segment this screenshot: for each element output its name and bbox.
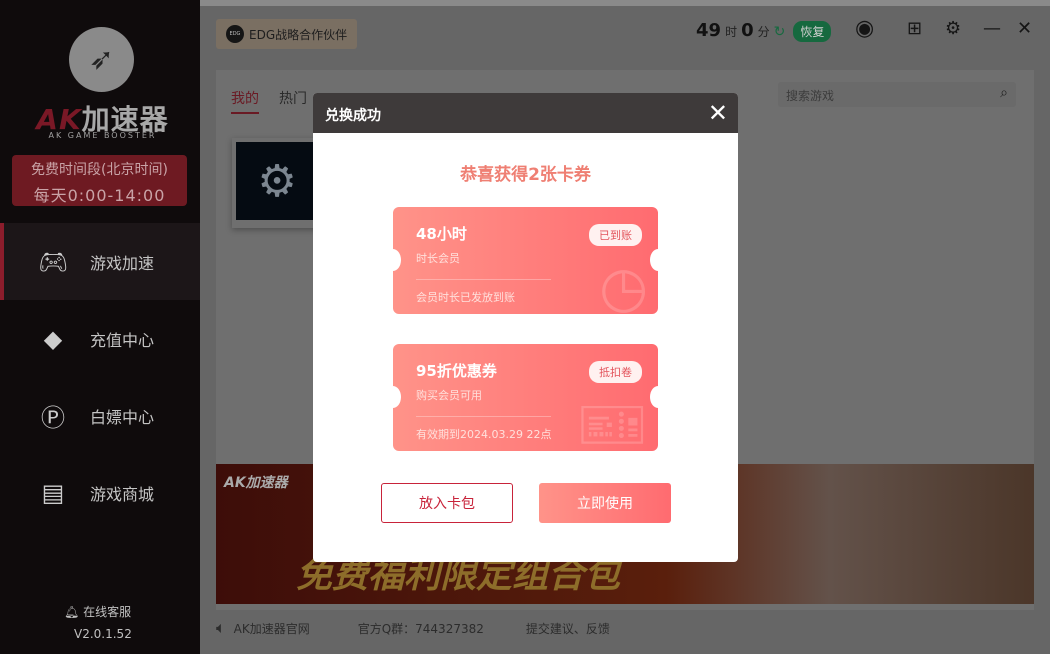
coupon-icon: 🎫︎ <box>576 393 648 451</box>
gear-icon[interactable]: ⚙ <box>945 18 961 39</box>
refresh-icon[interactable]: ↻ <box>774 24 786 40</box>
free-period-label: 免费时间段(北京时间) <box>31 162 168 178</box>
ticket-divider <box>416 279 551 280</box>
diamond-icon: ◆ <box>43 324 63 353</box>
bell-icon: 🔔︎ <box>64 605 84 619</box>
dialog-close-icon[interactable]: ✕ <box>708 99 728 127</box>
hours-value: 49 <box>696 20 722 41</box>
ticket-badge: 已到账 <box>589 224 642 246</box>
sidebar: ➶ AK加速器 AK GAME BOOSTER 免费时间段(北京时间) 每天0:… <box>0 0 200 654</box>
speaker-icon: 🔈︎ <box>216 618 226 637</box>
ticket-subtitle: 购买会员可用 <box>416 389 482 402</box>
game-card-steam[interactable]: ⚙ <box>232 138 322 228</box>
search-input[interactable]: 搜索游戏 ⌕ <box>778 82 1016 107</box>
partner-label: EDG战略合作伙伴 <box>249 27 348 42</box>
edg-logo-icon: EDG <box>226 25 244 43</box>
version-label: V2.0.1.52 <box>74 627 132 641</box>
banner-logo: AK加速器 <box>224 475 288 491</box>
free-period-box: 免费时间段(北京时间) 每天0:00-14:00 <box>12 155 187 206</box>
feedback-link[interactable]: 提交建议、反馈 <box>526 620 610 637</box>
congrats-text: 恭喜获得2张卡券 <box>460 165 591 185</box>
footer: 🔈︎ AK加速器官网 官方Q群：744327382 提交建议、反馈 <box>216 618 610 638</box>
store-icon: ▤ <box>41 478 65 507</box>
online-service-label: 在线客服 <box>83 605 132 619</box>
battery-icon[interactable]: ⊞ <box>907 18 922 39</box>
ticket-title: 48小时 <box>416 225 467 243</box>
ticket-subtitle: 时长会员 <box>416 252 460 265</box>
add-to-wallet-button[interactable]: 放入卡包 <box>381 483 513 523</box>
sidebar-item-store[interactable]: ▤ 游戏商城 <box>0 454 200 531</box>
ticket-note: 会员时长已发放到账 <box>416 291 515 304</box>
online-service-link[interactable]: 🔔︎ 在线客服 <box>64 603 131 620</box>
qq-group-link[interactable]: 官方Q群：744327382 <box>358 620 484 637</box>
app-logo-icon: ➶ <box>69 27 134 92</box>
hours-unit: 时 <box>725 25 738 39</box>
minutes-unit: 分 <box>757 25 770 39</box>
ticket-badge: 抵扣卷 <box>589 361 642 383</box>
free-period-time: 每天0:00-14:00 <box>33 186 166 205</box>
steam-icon: ⚙ <box>236 142 318 220</box>
partner-badge[interactable]: EDG EDG战略合作伙伴 <box>216 19 358 49</box>
clock-icon: ◷ <box>599 255 648 314</box>
redeem-success-dialog: 兑换成功 ✕ 恭喜获得2张卡券 48小时 时长会员 会员时长已发放到账 已到账 … <box>313 93 738 562</box>
game-tabs: 我的 热门 <box>231 88 307 114</box>
search-placeholder: 搜索游戏 <box>786 89 835 103</box>
sidebar-item-recharge[interactable]: ◆ 充值中心 <box>0 300 200 377</box>
remaining-time: 49 时 0分 ↻ 恢复 <box>696 20 832 42</box>
sidebar-item-label: 充值中心 <box>90 330 155 350</box>
ticket-divider <box>416 416 551 417</box>
tab-mine[interactable]: 我的 <box>231 88 259 114</box>
close-window-icon[interactable]: ✕ <box>1017 18 1032 39</box>
ticket-coupon: 95折优惠券 购买会员可用 有效期到2024.03.29 22点 抵扣卷 🎫︎ <box>393 344 658 451</box>
flag-icon: Ⓟ <box>41 404 65 432</box>
minimize-icon[interactable]: — <box>983 18 1001 39</box>
ticket-title: 95折优惠券 <box>416 362 497 380</box>
gamepad-icon: 🎮︎ <box>37 247 69 276</box>
minutes-value: 0 <box>741 20 754 41</box>
use-now-button[interactable]: 立即使用 <box>539 483 671 523</box>
search-icon[interactable]: ⌕ <box>1000 85 1008 101</box>
sidebar-item-label: 游戏商城 <box>90 484 155 504</box>
official-site-link[interactable]: AK加速器官网 <box>234 620 310 637</box>
dialog-title: 兑换成功 <box>313 93 738 133</box>
tab-hot[interactable]: 热门 <box>279 88 307 114</box>
brand-subtitle: AK GAME BOOSTER <box>48 131 157 140</box>
ticket-membership: 48小时 时长会员 会员时长已发放到账 已到账 ◷ <box>393 207 658 314</box>
sidebar-item-label: 游戏加速 <box>90 253 155 273</box>
sidebar-item-game-boost[interactable]: 🎮︎ 游戏加速 <box>0 223 200 300</box>
sidebar-item-label: 白嫖中心 <box>90 407 155 427</box>
user-avatar[interactable]: ◉ <box>855 16 874 41</box>
restore-button[interactable]: 恢复 <box>793 21 832 42</box>
ticket-note: 有效期到2024.03.29 22点 <box>416 428 552 441</box>
sidebar-item-freebies[interactable]: Ⓟ 白嫖中心 <box>0 377 200 454</box>
top-strip <box>200 0 1050 6</box>
